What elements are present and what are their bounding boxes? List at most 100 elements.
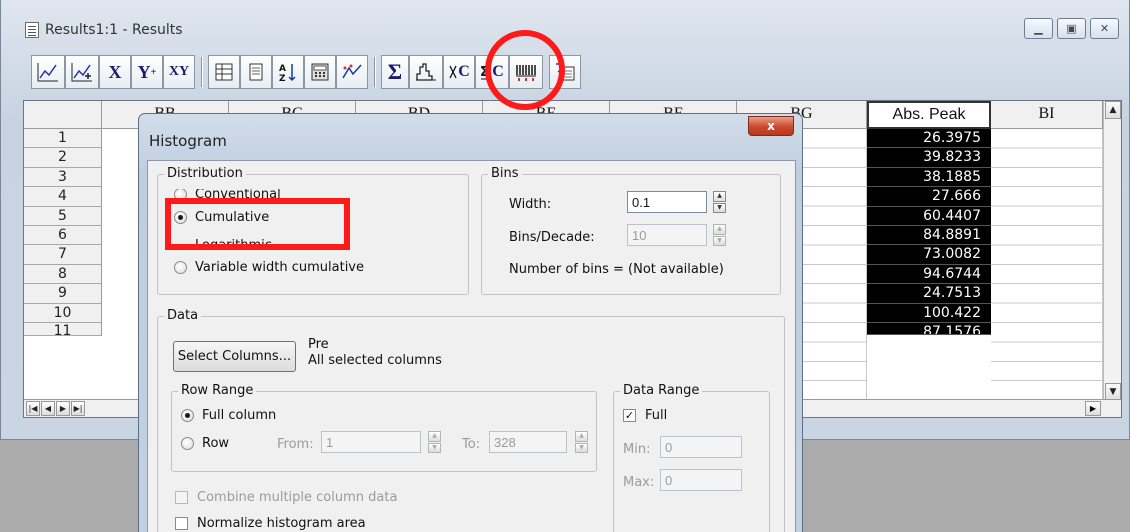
checkbox [175, 491, 188, 504]
scroll-up-button[interactable]: ▲ [1105, 101, 1121, 119]
row-number[interactable]: 2 [24, 148, 102, 168]
radio-variable-width[interactable]: Variable width cumulative [174, 260, 364, 275]
close-window-button[interactable]: ✕ [1090, 18, 1119, 39]
bins-decade-spinner[interactable]: ▲ ▼ [713, 224, 726, 246]
vertical-scrollbar[interactable]: ▲ ▼ [1103, 101, 1121, 401]
row-number[interactable]: 10 [24, 303, 102, 323]
row-range-label: Row Range [178, 383, 257, 398]
bin-width-input[interactable] [627, 191, 707, 213]
arrow-right-icon: ▶ [1089, 404, 1097, 413]
normalize-checkbox[interactable]: Normalize histogram area [175, 516, 366, 531]
minimize-button[interactable]: ▁ [1024, 18, 1053, 39]
plot-line-button[interactable] [31, 55, 65, 89]
table-cell[interactable]: 24.7513 [867, 284, 991, 304]
to-spinner[interactable]: ▲ ▼ [575, 431, 588, 453]
row-number[interactable]: 3 [24, 167, 102, 188]
add-plot-button[interactable] [65, 55, 99, 89]
bin-width-spinner[interactable]: ▲ ▼ [713, 191, 726, 213]
table-cell[interactable]: 60.4407 [867, 206, 991, 226]
column-header-selected[interactable]: Abs. Peak [867, 101, 991, 129]
table-cell[interactable]: 26.3975 [867, 129, 991, 149]
combine-checkbox[interactable]: Combine multiple column data [175, 490, 397, 505]
max-input[interactable] [660, 469, 742, 491]
checkbox-label: Full [645, 408, 668, 423]
row-number[interactable]: 8 [24, 264, 102, 285]
radio-label: Full column [202, 408, 277, 423]
delete-column-button[interactable]: C [443, 55, 475, 89]
row-number[interactable]: 5 [24, 206, 102, 226]
table-cell[interactable]: 94.6744 [867, 264, 991, 285]
row-number[interactable]: 7 [24, 245, 102, 265]
set-y-button[interactable]: Y + [131, 55, 163, 89]
max-label: Max: [623, 475, 655, 490]
prev-sheet-button[interactable]: ◀ [41, 401, 55, 416]
table-icon [215, 63, 233, 81]
table-cell[interactable]: 100.422 [867, 303, 991, 323]
table-cell[interactable]: 84.8891 [867, 225, 991, 246]
bins-group: Bins Width: ▲▼ Bins/Decade: ▲▼ Number of… [481, 166, 781, 295]
row-number[interactable]: 1 [24, 129, 102, 149]
row-number[interactable]: 9 [24, 284, 102, 304]
spin-down-icon: ▼ [713, 235, 726, 246]
row-number[interactable]: 11 [24, 322, 102, 336]
last-sheet-button[interactable]: ▶| [71, 401, 85, 416]
first-sheet-button[interactable]: |◀ [26, 401, 40, 416]
sigma-icon: Σ [387, 59, 403, 84]
spin-up-icon: ▲ [428, 431, 441, 442]
window-titlebar[interactable]: Results1:1 - Results ▁ ▣ ✕ [1, 0, 1129, 40]
row-number[interactable]: 4 [24, 187, 102, 207]
add-plot-icon [71, 63, 92, 82]
set-x-button[interactable]: X [99, 55, 131, 89]
calculator-button[interactable] [304, 55, 336, 89]
table-cell[interactable]: 39.8233 [867, 148, 991, 168]
red-annotation-circle [485, 30, 565, 110]
c-label: C [458, 63, 470, 80]
set-xy-button[interactable]: XY [163, 55, 195, 89]
from-spinner[interactable]: ▲ ▼ [428, 431, 441, 453]
worksheet-icon [25, 22, 39, 38]
histogram-button[interactable] [409, 55, 443, 89]
radio-dot-selected [181, 409, 194, 422]
min-input[interactable] [660, 436, 742, 458]
histogram-dialog: Histogram x Distribution Conventional Cu… [138, 113, 803, 532]
table-tool-button[interactable] [208, 55, 240, 89]
restore-button[interactable]: ▣ [1057, 18, 1086, 39]
dialog-title: Histogram [149, 132, 227, 150]
table-cell[interactable]: 38.1885 [867, 167, 991, 188]
data-group: Data Select Columns... Pre All selected … [157, 308, 785, 532]
full-checkbox[interactable]: ✓ Full [623, 408, 667, 423]
radio-dot [181, 437, 194, 450]
sort-az-icon: AZ [279, 64, 296, 83]
table-cell[interactable]: 27.666 [867, 187, 991, 207]
min-label: Min: [623, 442, 651, 457]
scroll-right-button[interactable]: ▶ [1085, 401, 1101, 416]
scatter-button[interactable] [336, 55, 368, 89]
copy-tool-button[interactable] [240, 55, 272, 89]
radio-dot [174, 261, 187, 274]
from-label: From: [277, 437, 314, 452]
table-cell[interactable]: 73.0082 [867, 245, 991, 265]
from-input[interactable] [321, 431, 421, 453]
row-number[interactable]: 6 [24, 225, 102, 246]
table-cell[interactable]: 87.1576 [867, 322, 991, 335]
bins-label: Bins [488, 166, 522, 181]
radio-full-column[interactable]: Full column [181, 408, 276, 423]
to-input[interactable] [489, 431, 567, 453]
scatter-line-icon [342, 64, 362, 79]
dialog-close-button[interactable]: x [748, 116, 794, 136]
summarize-button[interactable]: Σ [381, 55, 409, 89]
column-header[interactable]: BI [991, 101, 1103, 129]
columns-line1: Pre [308, 337, 329, 352]
abs-peak-column[interactable]: 26.3975 39.8233 38.1885 27.666 60.4407 8… [867, 129, 991, 335]
close-icon: ✕ [1099, 22, 1110, 35]
select-columns-button[interactable]: Select Columns... [173, 341, 296, 372]
corner-cell[interactable] [24, 101, 102, 129]
arrow-down-icon: ▼ [1109, 387, 1117, 397]
next-sheet-button[interactable]: ▶ [56, 401, 70, 416]
checkbox-checked: ✓ [623, 409, 636, 422]
sort-button[interactable]: AZ [272, 55, 304, 89]
number-of-bins-text: Number of bins = (Not available) [509, 262, 724, 277]
bins-decade-input[interactable] [627, 224, 707, 246]
data-column[interactable] [991, 129, 1103, 402]
radio-row[interactable]: Row [181, 436, 229, 451]
